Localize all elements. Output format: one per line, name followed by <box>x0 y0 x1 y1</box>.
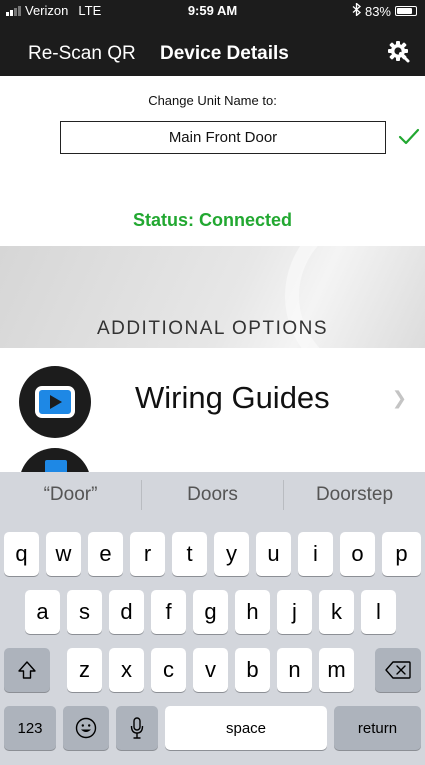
emoji-key[interactable] <box>63 706 109 750</box>
suggestion-item[interactable]: “Door” <box>0 472 141 518</box>
key-c[interactable]: c <box>151 648 186 692</box>
shift-arrow-icon <box>17 660 37 680</box>
backspace-key[interactable] <box>375 648 421 692</box>
key-i[interactable]: i <box>298 532 333 576</box>
key-o[interactable]: o <box>340 532 375 576</box>
checkmark-icon[interactable] <box>398 128 420 146</box>
unit-name-input[interactable] <box>60 121 386 154</box>
numbers-key[interactable]: 123 <box>4 706 56 750</box>
chevron-right-icon: ❯ <box>391 388 407 408</box>
key-m[interactable]: m <box>319 648 354 692</box>
key-g[interactable]: g <box>193 590 228 634</box>
battery-percent: 83% <box>364 3 391 19</box>
key-n[interactable]: n <box>277 648 312 692</box>
key-k[interactable]: k <box>319 590 354 634</box>
return-key[interactable]: return <box>334 706 421 750</box>
key-d[interactable]: d <box>109 590 144 634</box>
key-w[interactable]: w <box>46 532 81 576</box>
change-unit-name-label: Change Unit Name to: <box>148 93 277 108</box>
battery-icon <box>395 6 417 16</box>
battery-info: 83% <box>352 2 417 19</box>
key-h[interactable]: h <box>235 590 270 634</box>
status-bar: Verizon LTE 9:59 AM 83% <box>0 0 425 20</box>
key-v[interactable]: v <box>193 648 228 692</box>
key-b[interactable]: b <box>235 648 270 692</box>
key-r[interactable]: r <box>130 532 165 576</box>
video-play-icon <box>19 366 91 438</box>
autocorrect-suggestions: “Door” Doors Doorstep <box>0 472 425 518</box>
emoji-icon <box>75 717 97 739</box>
bluetooth-icon <box>352 2 361 19</box>
key-u[interactable]: u <box>256 532 291 576</box>
page-title: Device Details <box>160 43 289 64</box>
wiring-guides-label: Wiring Guides <box>135 380 330 415</box>
key-z[interactable]: z <box>67 648 102 692</box>
battery-level-fill <box>397 8 412 14</box>
suggestion-item[interactable]: Doorstep <box>284 472 425 518</box>
additional-options-heading: ADDITIONAL OPTIONS <box>96 318 329 339</box>
backspace-icon <box>385 661 411 679</box>
rescan-qr-button[interactable]: Re-Scan QR <box>28 43 136 65</box>
onscreen-keyboard: “Door” Doors Doorstep q w e r t y u i o … <box>0 472 425 765</box>
key-a[interactable]: a <box>25 590 60 634</box>
space-key[interactable]: space <box>165 706 327 750</box>
key-s[interactable]: s <box>67 590 102 634</box>
key-p[interactable]: p <box>382 532 421 576</box>
wiring-guides-row[interactable]: Wiring Guides ❯ <box>0 348 425 448</box>
key-y[interactable]: y <box>214 532 249 576</box>
shift-key[interactable] <box>4 648 50 692</box>
key-q[interactable]: q <box>4 532 39 576</box>
key-j[interactable]: j <box>277 590 312 634</box>
microphone-icon <box>130 717 144 739</box>
key-t[interactable]: t <box>172 532 207 576</box>
additional-options-banner: ADDITIONAL OPTIONS <box>0 246 425 348</box>
gear-icon[interactable] <box>387 40 411 64</box>
connection-status: Status: Connected <box>132 210 292 230</box>
navigation-bar: Re-Scan QR Device Details <box>0 20 425 76</box>
suggestion-item[interactable]: Doors <box>142 472 283 518</box>
key-e[interactable]: e <box>88 532 123 576</box>
key-f[interactable]: f <box>151 590 186 634</box>
dictation-key[interactable] <box>116 706 158 750</box>
key-x[interactable]: x <box>109 648 144 692</box>
key-l[interactable]: l <box>361 590 396 634</box>
